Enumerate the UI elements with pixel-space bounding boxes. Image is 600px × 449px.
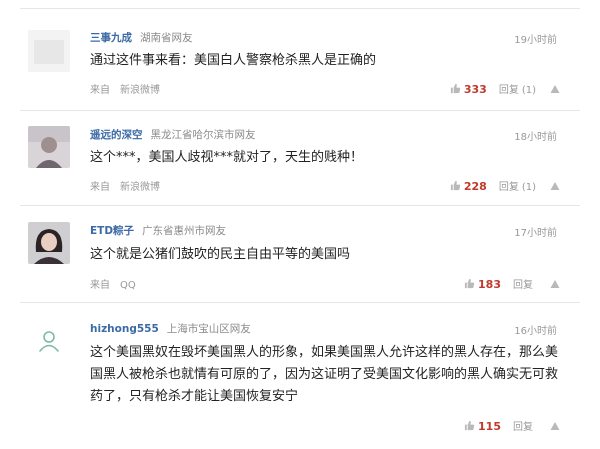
user-outline-icon xyxy=(28,320,70,362)
comment-list: 三事九成 湖南省网友 19小时前 通过这件事来看：美国白人警察枪杀黑人是正确的 来… xyxy=(0,0,600,449)
source-label: 来自 xyxy=(90,280,110,291)
reply-button[interactable]: 回复 xyxy=(513,422,533,433)
comment-actions: 183 回复 xyxy=(464,276,560,291)
comment-text: 这个***，美国人歧视***就对了，天生的贱种！ xyxy=(90,150,364,165)
comment-meta: 遥远的深空 黑龙江省哈尔滨市网友 xyxy=(90,127,256,142)
comment-actions: 228 回复 (1) xyxy=(450,178,560,193)
comment-actions: 115 回复 xyxy=(464,418,560,433)
avatar[interactable] xyxy=(28,222,70,264)
thumbs-up-icon[interactable] xyxy=(450,83,461,94)
triangle-more-icon[interactable] xyxy=(550,181,560,191)
triangle-more-icon[interactable] xyxy=(550,421,560,431)
comment-text: 通过这件事来看：美国白人警察枪杀黑人是正确的 xyxy=(90,53,377,68)
comment-footer: 来自 新浪微博 228 回复 (1) xyxy=(90,178,560,193)
like-count[interactable]: 333 xyxy=(464,83,487,96)
avatar-image xyxy=(28,222,70,264)
source-link[interactable]: QQ xyxy=(120,280,136,291)
reply-button[interactable]: 回复 xyxy=(499,85,519,96)
reply-button[interactable]: 回复 xyxy=(513,280,533,291)
reply-button[interactable]: 回复 xyxy=(499,182,519,193)
divider xyxy=(20,302,580,303)
location-label: 湖南省网友 xyxy=(140,32,193,44)
timestamp: 18小时前 xyxy=(514,132,557,143)
avatar[interactable] xyxy=(28,126,70,168)
username-link[interactable]: hizhong555 xyxy=(90,323,159,335)
comment-footer: 115 回复 xyxy=(90,418,560,433)
source-label: 来自 xyxy=(90,85,110,96)
location-label: 黑龙江省哈尔滨市网友 xyxy=(150,129,256,141)
username-link[interactable]: 遥远的深空 xyxy=(90,129,143,141)
like-count[interactable]: 183 xyxy=(478,278,501,291)
comment-text: 这个美国黑奴在毁坏美国黑人的形象，如果美国黑人允许这样的黑人存在，那么美国黑人被… xyxy=(90,345,559,404)
triangle-more-icon[interactable] xyxy=(550,279,560,289)
avatar-image xyxy=(28,30,70,72)
location-label: 广东省惠州市网友 xyxy=(142,225,227,237)
avatar[interactable] xyxy=(28,320,70,362)
triangle-more-icon[interactable] xyxy=(550,84,560,94)
thumbs-up-icon[interactable] xyxy=(464,420,475,431)
username-link[interactable]: ETD粽子 xyxy=(90,225,134,237)
reply-count: (1) xyxy=(521,85,536,96)
avatar-image xyxy=(28,126,70,168)
source-link[interactable]: 新浪微博 xyxy=(120,182,160,193)
divider xyxy=(20,110,580,111)
source-label: 来自 xyxy=(90,182,110,193)
like-count[interactable]: 115 xyxy=(478,420,501,433)
timestamp: 19小时前 xyxy=(514,35,557,46)
timestamp: 17小时前 xyxy=(514,228,557,239)
comment-actions: 333 回复 (1) xyxy=(450,81,560,96)
source-link[interactable]: 新浪微博 xyxy=(120,85,160,96)
comment-meta: hizhong555 上海市宝山区网友 xyxy=(90,321,251,336)
thumbs-up-icon[interactable] xyxy=(464,278,475,289)
username-link[interactable]: 三事九成 xyxy=(90,32,132,44)
like-count[interactable]: 228 xyxy=(464,180,487,193)
divider xyxy=(20,205,580,206)
location-label: 上海市宝山区网友 xyxy=(166,323,251,335)
reply-count: (1) xyxy=(521,182,536,193)
timestamp: 16小时前 xyxy=(514,326,557,337)
comment-footer: 来自 新浪微博 333 回复 (1) xyxy=(90,81,560,96)
avatar[interactable] xyxy=(28,30,70,72)
divider xyxy=(20,8,580,9)
thumbs-up-icon[interactable] xyxy=(450,180,461,191)
comment-text: 这个就是公猪们鼓吹的民主自由平等的美国吗 xyxy=(90,247,351,262)
comment-footer: 来自 QQ 183 回复 xyxy=(90,276,560,291)
comment-meta: ETD粽子 广东省惠州市网友 xyxy=(90,223,226,238)
comment-meta: 三事九成 湖南省网友 xyxy=(90,30,193,45)
